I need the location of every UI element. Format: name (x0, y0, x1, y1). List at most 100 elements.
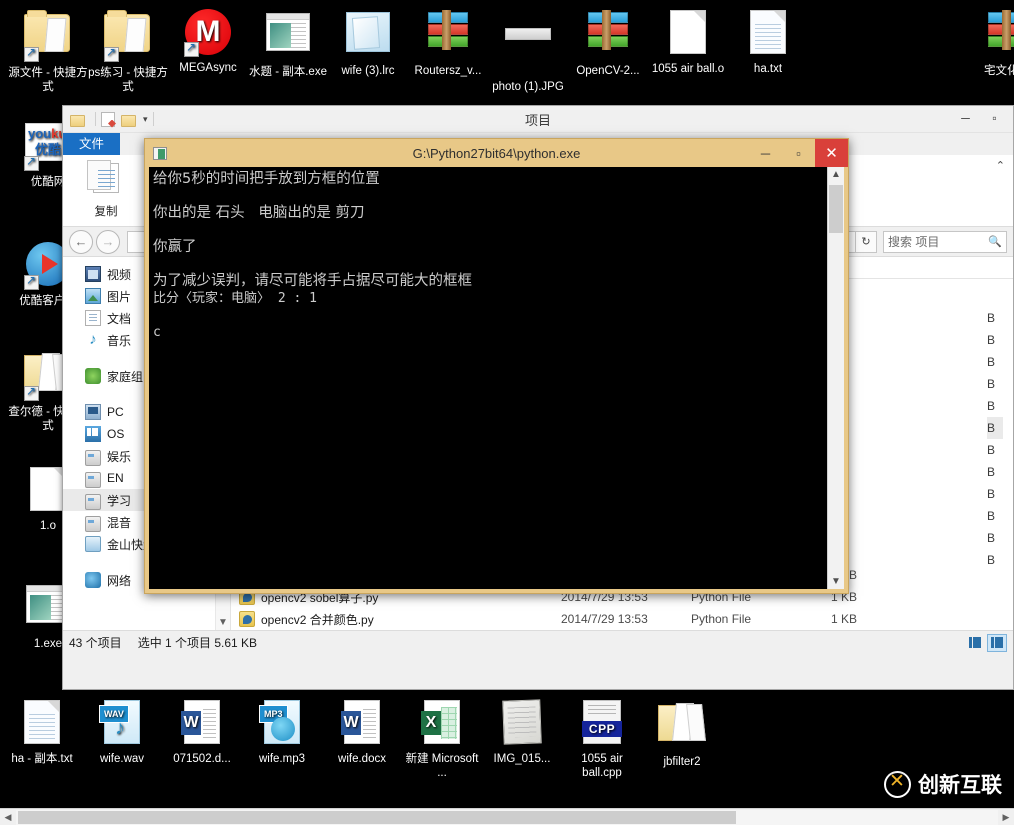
word-icon: W (338, 700, 386, 748)
explorer-minimize-button[interactable]: － (951, 107, 980, 129)
desktop-icon-label: wife (3).lrc (341, 65, 395, 77)
file-size-fragment: B (987, 311, 996, 325)
desktop-icon-label: jbfilter2 (663, 756, 701, 768)
large-icons-view-icon[interactable] (965, 634, 985, 652)
desktop-icon[interactable]: jbfilter2 (642, 698, 722, 769)
desktop-icon[interactable]: IMG_015... (482, 698, 562, 766)
sidebar-item-label: 网络 (107, 573, 132, 588)
console-scrollbar[interactable]: ▲ ▼ (827, 167, 844, 589)
file-type-cell: Python File (691, 612, 752, 626)
scroll-thumb[interactable] (18, 810, 736, 824)
file-size-fragment: B (987, 417, 1003, 439)
desktop-icon[interactable]: W 071502.d... (162, 698, 242, 766)
console-scroll-down-icon[interactable]: ▼ (828, 576, 844, 587)
scroll-left-icon[interactable]: ◀ (0, 812, 16, 823)
tab-file[interactable]: 文件 (63, 133, 121, 155)
desktop-icon[interactable]: M MEGAsync (168, 8, 248, 75)
desktop-icon-label: 新建 Microsoft ... (405, 753, 479, 779)
python-console-window[interactable]: G:\Python27bit64\python.exe － ▫ ✕ 给你5秒的时… (144, 138, 849, 594)
status-text-group: 43 个项目 选中 1 个项目 5.61 KB (69, 634, 257, 651)
desktop-icon[interactable]: ps练习 - 快捷方式 (88, 8, 168, 94)
console-close-button[interactable]: ✕ (815, 139, 848, 167)
new-folder-icon[interactable] (121, 112, 138, 127)
refresh-icon[interactable]: ↻ (855, 230, 877, 253)
chevron-down-icon[interactable]: ▾ (143, 114, 148, 125)
desktop-icon-label: IMG_015... (493, 753, 551, 765)
scroll-right-icon[interactable]: ▶ (998, 812, 1014, 823)
sidebar-item-label: 音乐 (107, 333, 132, 348)
sidebar-item-label: 图片 (107, 289, 132, 304)
file-size-fragment: B (987, 487, 996, 501)
obscured-size-column: BBBBBBBBBBBB (987, 307, 1003, 571)
properties-icon[interactable] (101, 111, 118, 127)
desktop-icon-label: 1055 air ball.cpp (581, 753, 623, 779)
desktop-icon[interactable]: MP3 wife.mp3 (242, 698, 322, 766)
cloud-drive-icon (85, 536, 101, 552)
console-title-bar[interactable]: G:\Python27bit64\python.exe － ▫ ✕ (145, 139, 848, 167)
python-file-icon (239, 611, 255, 627)
word-icon: W (178, 700, 226, 748)
file-size-fragment: B (987, 399, 996, 413)
desktop-icon-label: 源文件 - 快捷方式 (8, 67, 88, 93)
rar-icon (424, 10, 472, 60)
console-scroll-thumb[interactable] (829, 185, 843, 233)
desktop-icon[interactable]: OpenCV-2... (568, 8, 648, 78)
back-button[interactable]: ← (69, 229, 93, 254)
console-app-icon (153, 146, 167, 160)
desktop-icon[interactable]: photo (1).JPG (488, 8, 568, 94)
wav-icon: WAV ♪ (98, 700, 146, 748)
desktop-icon[interactable]: ha - 副本.txt (2, 698, 82, 766)
ribbon-copy-label: 复制 (94, 206, 118, 218)
desktop-icon[interactable]: Routersz_v... (408, 8, 488, 78)
console-window-buttons: － ▫ ✕ (749, 139, 848, 167)
desktop-icon[interactable]: ha.txt (728, 8, 808, 76)
desktop-icon[interactable]: WAV ♪ wife.wav (82, 698, 162, 766)
nav-scroll-down-icon[interactable]: ▼ (216, 617, 230, 628)
desktop-icon-label: ha.txt (753, 63, 783, 75)
console-line: 为了减少误判，请尽可能将手占据尽可能大的框框 (153, 273, 472, 289)
search-input[interactable]: 搜索 项目 🔍 (883, 230, 1007, 253)
desktop-icon[interactable]: X 新建 Microsoft ... (402, 698, 482, 780)
desktop-icon-label: wife.wav (99, 753, 145, 765)
scroll-track[interactable] (16, 809, 998, 825)
folder-icon[interactable] (70, 112, 87, 127)
ribbon-collapse-icon[interactable]: ⌃ (996, 159, 1005, 172)
sidebar-item-label: 家庭组 (107, 369, 144, 384)
console-minimize-button[interactable]: － (749, 139, 782, 167)
rar-icon (984, 10, 1014, 60)
os-drive-icon (85, 426, 101, 442)
cx-logo-icon (884, 770, 911, 798)
desktop-icon[interactable]: 水题 - 副本.exe (248, 8, 328, 79)
desktop-icon[interactable]: 1055 air ball.o (648, 8, 728, 76)
item-count-label: 43 个项目 (69, 636, 122, 650)
lrc-icon (344, 12, 392, 60)
console-scroll-up-icon[interactable]: ▲ (828, 169, 844, 180)
sidebar-item-label: 学习 (107, 493, 132, 508)
desktop-icon[interactable]: 宅文化-... (968, 8, 1014, 78)
drive-icon (85, 449, 101, 466)
console-output: 给你5秒的时间把手放到方框的位置 你出的是 石头 电脑出的是 剪刀 你赢了 为了… (149, 167, 827, 589)
desktop-icon[interactable]: Wwife.docx (322, 698, 402, 766)
desktop-icon-label: ps练习 - 快捷方式 (88, 67, 168, 93)
explorer-maximize-button[interactable]: ▫ (980, 107, 1009, 129)
console-line: 你出的是 石头 电脑出的是 剪刀 (153, 205, 365, 221)
forward-button[interactable]: → (96, 229, 120, 254)
desktop-icon[interactable]: CPP 1055 air ball.cpp (562, 698, 642, 780)
sidebar-item-label: PC (107, 405, 124, 419)
file-size-fragment: B (987, 333, 996, 347)
desktop-icon[interactable]: wife (3).lrc (328, 8, 408, 78)
video-icon (85, 266, 101, 282)
scan-icon (498, 699, 546, 748)
desktop-icon[interactable]: 源文件 - 快捷方式 (8, 8, 88, 94)
table-row[interactable]: opencv2 合并颜色.py 2014/7/29 13:53 Python Fil… (231, 608, 1013, 630)
details-view-icon[interactable] (987, 633, 1007, 652)
cpp-icon: CPP (578, 700, 626, 748)
file-size-fragment: B (987, 377, 996, 391)
drive-icon (85, 471, 101, 488)
page-horizontal-scrollbar[interactable]: ◀ ▶ (0, 808, 1014, 825)
ribbon-copy-button[interactable]: 复制 (77, 159, 135, 219)
console-maximize-button[interactable]: ▫ (782, 139, 815, 167)
